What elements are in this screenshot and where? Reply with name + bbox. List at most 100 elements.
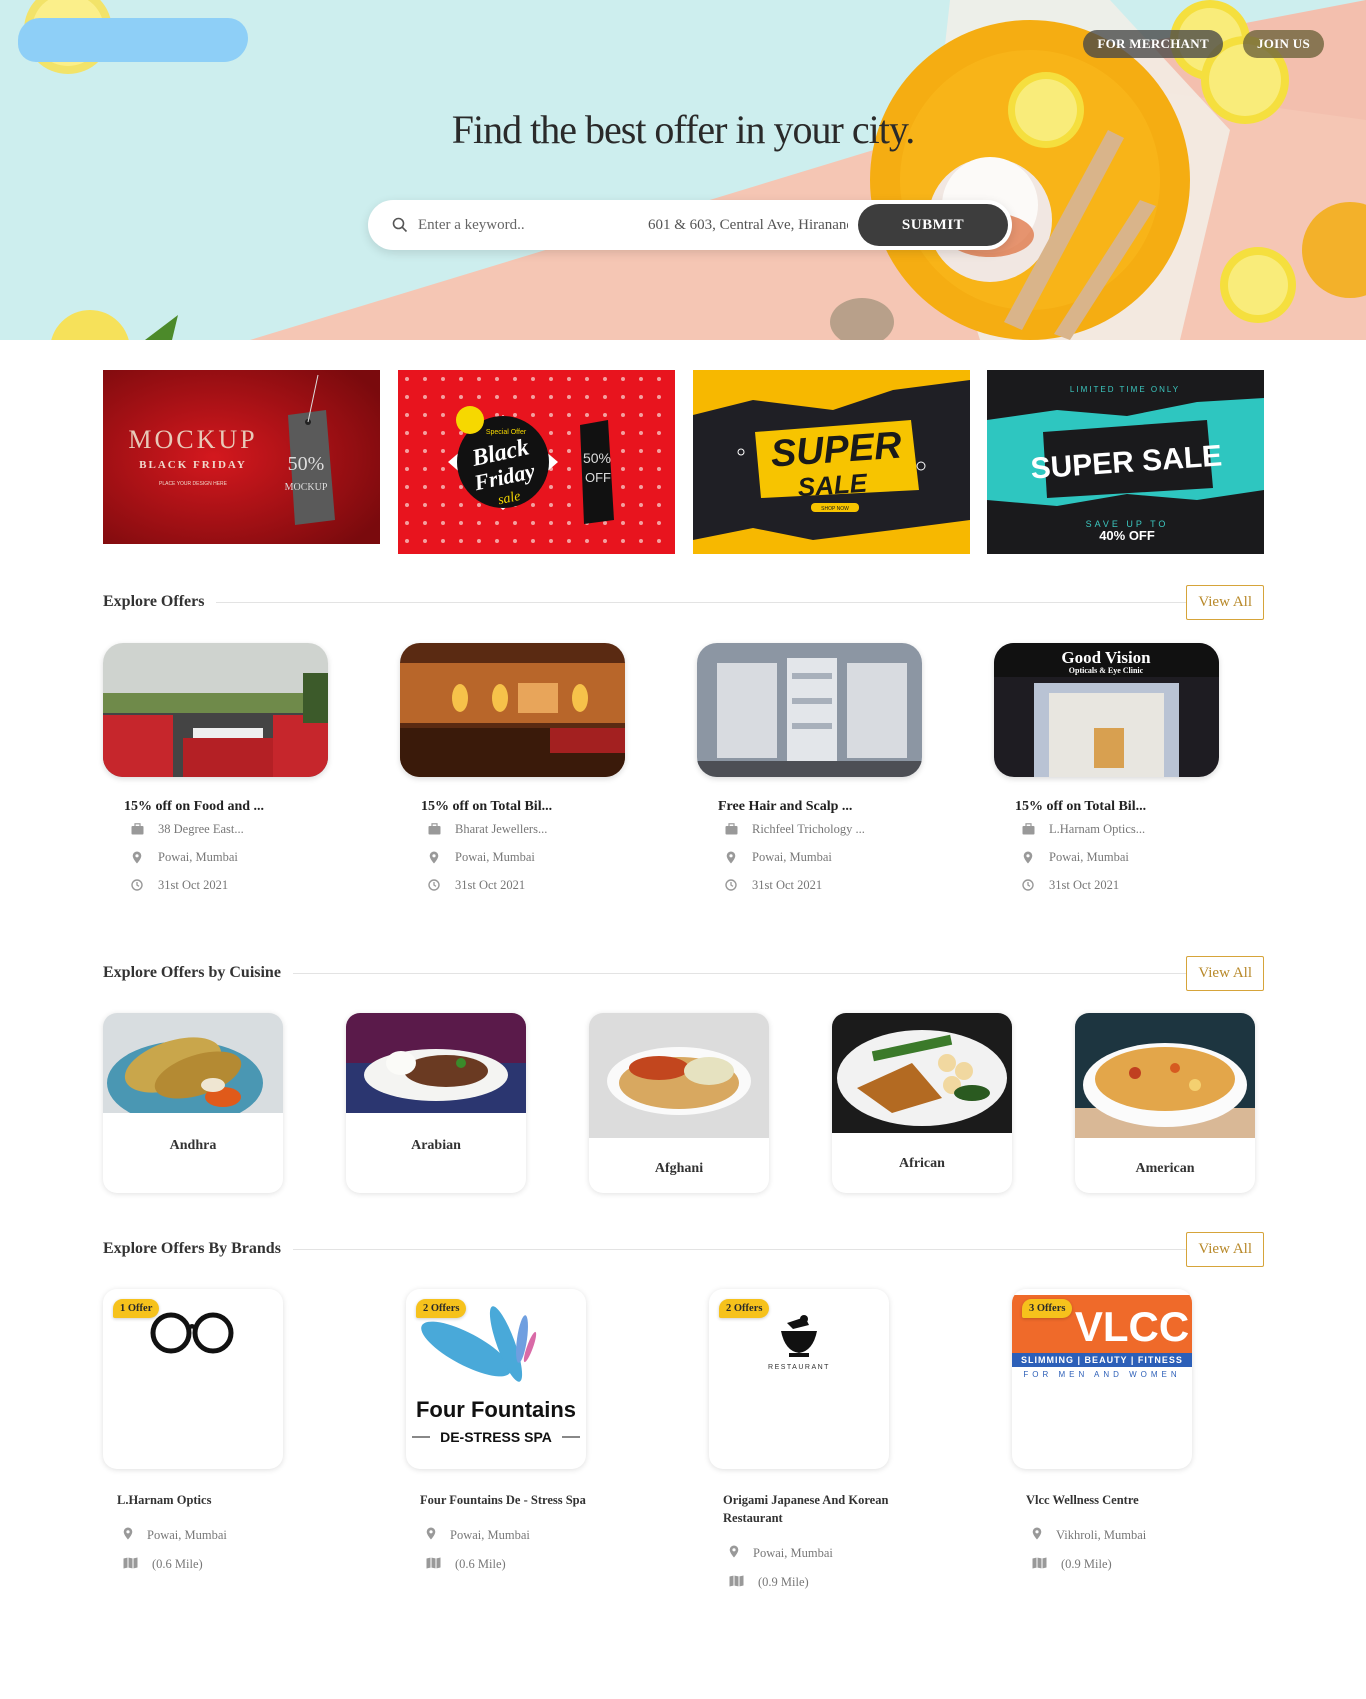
banner-line3: SHOP NOW: [821, 506, 849, 512]
brand-location: Powai, Mumbai: [729, 1539, 889, 1568]
briefcase-icon: [130, 823, 144, 835]
cuisine-card-andhra[interactable]: Andhra: [103, 1013, 283, 1193]
arabian-dish-photo: [346, 1013, 526, 1113]
submit-button[interactable]: SUBMIT: [858, 204, 1008, 246]
map-icon: [1032, 1557, 1047, 1573]
brand-name[interactable]: Four Fountains De - Stress Spa: [420, 1491, 600, 1509]
for-merchant-button[interactable]: FOR MERCHANT: [1083, 30, 1223, 58]
banner-line1: MOCKUP: [128, 425, 257, 454]
logo-text-line1: RESTAURANT: [768, 1364, 830, 1371]
offer-image[interactable]: [697, 643, 922, 777]
banner-line3: PLACE YOUR DESIGN HERE: [159, 481, 228, 487]
merchant-name[interactable]: 38 Degree East...: [158, 822, 244, 837]
banner-super-sale-teal[interactable]: LIMITED TIME ONLY SUPER SALE SAVE UP TO …: [987, 370, 1264, 554]
brand-logo-card[interactable]: 3 Offers VLCC SLIMMING | BEAUTY | FITNES…: [1012, 1289, 1192, 1469]
hero-title: Find the best offer in your city.: [451, 107, 915, 152]
location-text: Powai, Mumbai: [158, 849, 238, 864]
keyword-search-field[interactable]: Enter a keyword..: [368, 217, 638, 234]
offer-title[interactable]: 15% off on Total Bil...: [421, 799, 625, 815]
cuisine-image: [103, 1013, 283, 1113]
location-text: Powai, Mumbai: [753, 1546, 833, 1560]
view-all-offers-button[interactable]: View All: [1186, 584, 1264, 620]
expiry-date: 31st Oct 2021: [455, 877, 526, 892]
logo-text-line2: DE-STRESS SPA: [440, 1429, 552, 1445]
merchant-name[interactable]: Richfeel Trichology ...: [752, 822, 865, 837]
view-all-cuisine-button[interactable]: View All: [1186, 955, 1264, 991]
banner-super-sale-yellow[interactable]: SUPER SALE SHOP NOW: [693, 370, 970, 554]
offer-location: Powai, Mumbai: [427, 843, 625, 871]
banner-graphic: LIMITED TIME ONLY SUPER SALE SAVE UP TO …: [987, 370, 1264, 554]
site-logo[interactable]: [18, 18, 248, 62]
offer-title[interactable]: Free Hair and Scalp ...: [718, 799, 922, 815]
offer-expiry: 31st Oct 2021: [130, 871, 328, 899]
keyword-input[interactable]: Enter a keyword..: [418, 217, 525, 234]
offer-card[interactable]: 15% off on Food and ... 38 Degree East..…: [103, 643, 328, 899]
location-text: Vikhroli, Mumbai: [1056, 1528, 1147, 1542]
view-all-brands-button[interactable]: View All: [1186, 1231, 1264, 1267]
hero-section: FOR MERCHANT JOIN US Find the best offer…: [0, 0, 1366, 340]
offer-title[interactable]: 15% off on Total Bil...: [1015, 799, 1219, 815]
offer-expiry: 31st Oct 2021: [724, 871, 922, 899]
map-pin-icon: [426, 1527, 436, 1544]
cuisine-card-arabian[interactable]: Arabian: [346, 1013, 526, 1193]
storefront-sign-line1: Good Vision: [1061, 648, 1151, 667]
location-text: Powai, Mumbai: [1049, 849, 1129, 864]
merchant-name[interactable]: L.Harnam Optics...: [1049, 822, 1145, 837]
offer-merchant: Richfeel Trichology ...: [724, 815, 922, 843]
offer-merchant: Bharat Jewellers...: [427, 815, 625, 843]
merchant-name[interactable]: Bharat Jewellers...: [455, 822, 547, 837]
logo-text-line3: FOR MEN AND WOMEN: [1023, 1370, 1180, 1379]
offer-expiry: 31st Oct 2021: [427, 871, 625, 899]
banner-black-friday-mockup[interactable]: MOCKUP BLACK FRIDAY PLACE YOUR DESIGN HE…: [103, 370, 380, 544]
optician-storefront-photo: Good Vision Opticals & Eye Clinic: [994, 643, 1219, 777]
offer-title[interactable]: 15% off on Food and ...: [124, 799, 328, 815]
brand-logo-card[interactable]: 1 Offer: [103, 1289, 283, 1469]
brand-name[interactable]: Origami Japanese And Korean Restaurant: [723, 1491, 903, 1527]
cuisine-card-american[interactable]: American: [1075, 1013, 1255, 1193]
clock-icon: [427, 879, 441, 891]
logo-text-line2: SLIMMING | BEAUTY | FITNESS: [1021, 1355, 1183, 1365]
briefcase-icon: [1021, 823, 1035, 835]
cuisine-card-african[interactable]: African: [832, 1013, 1012, 1193]
cuisine-name[interactable]: American: [1075, 1161, 1255, 1177]
cuisine-card-afghani[interactable]: Afghani: [589, 1013, 769, 1193]
restaurant-interior-photo: [400, 643, 625, 777]
brand-location: Powai, Mumbai: [123, 1521, 283, 1550]
cuisine-name[interactable]: Afghani: [589, 1161, 769, 1177]
offer-card[interactable]: 15% off on Total Bil... Bharat Jewellers…: [400, 643, 625, 899]
brand-logo-card[interactable]: 2 Offers RESTAURANT: [709, 1289, 889, 1469]
brand-card[interactable]: 2 Offers RESTAURANT Origami Japanese And…: [709, 1289, 889, 1597]
brand-card[interactable]: 1 Offer L.Harnam Optics Powai, Mumbai (0…: [103, 1289, 283, 1579]
map-pin-icon: [729, 1545, 739, 1562]
offer-image[interactable]: [103, 643, 328, 777]
offer-image[interactable]: [400, 643, 625, 777]
location-search-field[interactable]: 601 & 603, Central Ave, Hiranandani Gard…: [638, 217, 848, 234]
brand-name[interactable]: L.Harnam Optics: [117, 1491, 297, 1509]
brand-name[interactable]: Vlcc Wellness Centre: [1026, 1491, 1206, 1509]
promo-banners: MOCKUP BLACK FRIDAY PLACE YOUR DESIGN HE…: [103, 370, 1264, 554]
location-input[interactable]: 601 & 603, Central Ave, Hiranandani Gard…: [648, 217, 848, 234]
brand-distance: (0.6 Mile): [123, 1550, 283, 1579]
offer-image[interactable]: Good Vision Opticals & Eye Clinic: [994, 643, 1219, 777]
offer-card[interactable]: Good Vision Opticals & Eye Clinic 15% of…: [994, 643, 1219, 899]
cuisine-name[interactable]: African: [832, 1156, 1012, 1172]
distance-text: (0.6 Mile): [152, 1557, 203, 1571]
american-dish-photo: [1075, 1013, 1255, 1138]
african-dish-photo: [832, 1013, 1012, 1133]
search-bar: Enter a keyword.. 601 & 603, Central Ave…: [368, 200, 1012, 250]
brand-logo-card[interactable]: 2 Offers Four Fountains DE-STRESS SPA: [406, 1289, 586, 1469]
cuisine-name[interactable]: Andhra: [103, 1138, 283, 1154]
join-us-button[interactable]: JOIN US: [1242, 30, 1324, 58]
brand-card[interactable]: 3 Offers VLCC SLIMMING | BEAUTY | FITNES…: [1012, 1289, 1192, 1579]
offer-card[interactable]: Free Hair and Scalp ... Richfeel Trichol…: [697, 643, 922, 899]
brand-card[interactable]: 2 Offers Four Fountains DE-STRESS SPA Fo…: [406, 1289, 586, 1579]
banner-black-friday-sale[interactable]: Special Offer Black Friday sale 50% OFF: [398, 370, 675, 554]
map-pin-icon: [123, 1527, 133, 1544]
expiry-date: 31st Oct 2021: [1049, 877, 1120, 892]
cuisine-name[interactable]: Arabian: [346, 1138, 526, 1154]
cuisine-image: [346, 1013, 526, 1113]
offer-count-badge: 2 Offers: [416, 1299, 467, 1318]
map-pin-icon: [130, 851, 144, 864]
briefcase-icon: [724, 823, 738, 835]
section-title: Explore Offers: [103, 593, 205, 610]
